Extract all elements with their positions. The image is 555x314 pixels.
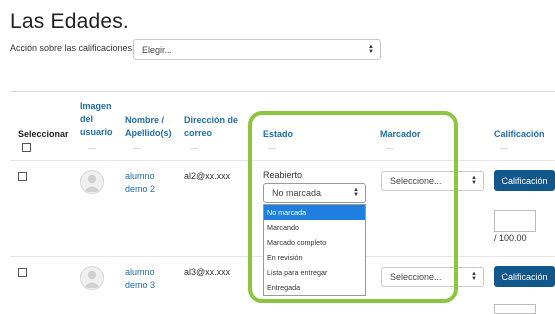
select-arrows-icon: ▲ ▼ bbox=[471, 175, 477, 186]
student-name-link[interactable]: alumno demo 2 bbox=[125, 170, 165, 196]
select-arrows-icon: ▲ ▼ bbox=[471, 271, 477, 282]
row-checkbox[interactable] bbox=[18, 268, 27, 277]
sort-placeholder: — bbox=[133, 144, 141, 153]
student-email: al3@xx.xxx bbox=[184, 267, 231, 277]
avatar bbox=[80, 266, 104, 290]
grade-max: / 100.00 bbox=[494, 233, 527, 243]
header-email[interactable]: Dirección de correo bbox=[184, 114, 240, 140]
table-header-divider bbox=[10, 91, 555, 92]
select-all-checkbox[interactable] bbox=[22, 143, 31, 152]
sort-placeholder: — bbox=[88, 144, 96, 153]
header-select: Seleccionar bbox=[18, 129, 69, 139]
sort-placeholder: — bbox=[500, 144, 508, 153]
select-arrows-icon: ▲ ▼ bbox=[368, 43, 374, 55]
header-name[interactable]: Nombre / Apellido(s) bbox=[125, 114, 175, 140]
row-checkbox[interactable] bbox=[18, 172, 27, 181]
header-grade[interactable]: Calificación bbox=[494, 128, 545, 141]
sort-placeholder: — bbox=[190, 144, 198, 153]
highlight-frame bbox=[248, 111, 458, 303]
bulk-action-value: Elegir... bbox=[142, 44, 173, 55]
bulk-action-label: Acción sobre las calificaciones bbox=[10, 43, 133, 53]
grade-button[interactable]: Calificación bbox=[494, 170, 555, 191]
user-silhouette-icon bbox=[84, 174, 100, 192]
header-user-image[interactable]: Imagen del usuario bbox=[80, 100, 118, 139]
bulk-action-select[interactable]: Elegir... ▲ ▼ bbox=[133, 39, 381, 60]
student-name-link[interactable]: alumno demo 3 bbox=[125, 266, 165, 292]
student-email: al2@xx.xxx bbox=[184, 171, 231, 181]
grade-input[interactable] bbox=[494, 210, 536, 232]
grade-input[interactable] bbox=[494, 304, 536, 314]
user-silhouette-icon bbox=[84, 270, 100, 288]
page-title: Las Edades. bbox=[10, 10, 129, 33]
avatar bbox=[80, 170, 104, 194]
grade-button[interactable]: Calificación bbox=[494, 266, 555, 287]
